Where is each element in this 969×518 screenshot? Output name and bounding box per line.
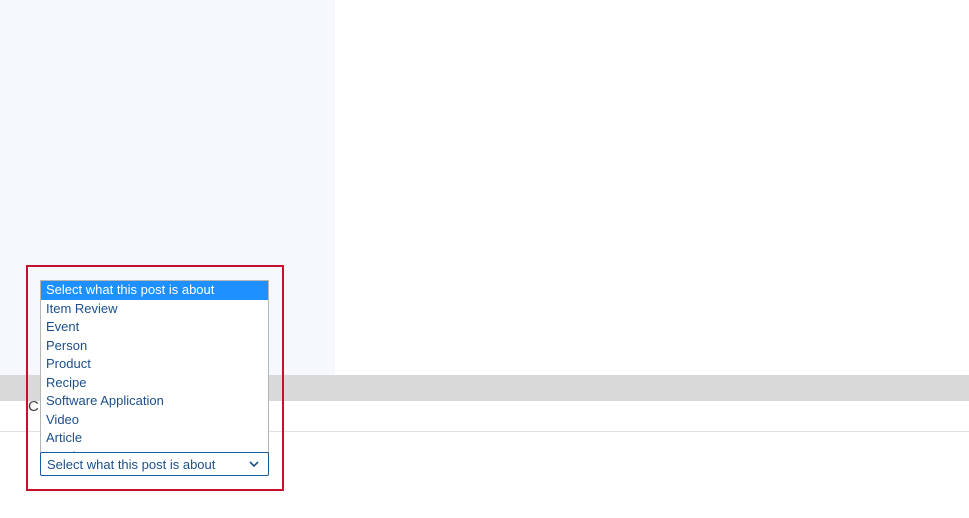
post-type-option[interactable]: Article (41, 429, 268, 448)
post-type-option[interactable]: Item Review (41, 300, 268, 319)
post-type-combobox[interactable]: Select what this post is about (40, 452, 269, 476)
post-type-option[interactable]: Event (41, 318, 268, 337)
post-type-option[interactable]: Select what this post is about (41, 281, 268, 300)
post-type-option[interactable]: Product (41, 355, 268, 374)
post-type-option[interactable]: Person (41, 337, 268, 356)
combobox-label: Select what this post is about (47, 457, 215, 472)
post-type-option[interactable]: Video (41, 411, 268, 430)
background-char: C (28, 398, 39, 415)
post-type-option[interactable]: Recipe (41, 374, 268, 393)
chevron-down-icon (248, 458, 260, 470)
post-type-option[interactable]: Software Application (41, 392, 268, 411)
post-type-dropdown-list[interactable]: Select what this post is about Item Revi… (40, 280, 269, 467)
